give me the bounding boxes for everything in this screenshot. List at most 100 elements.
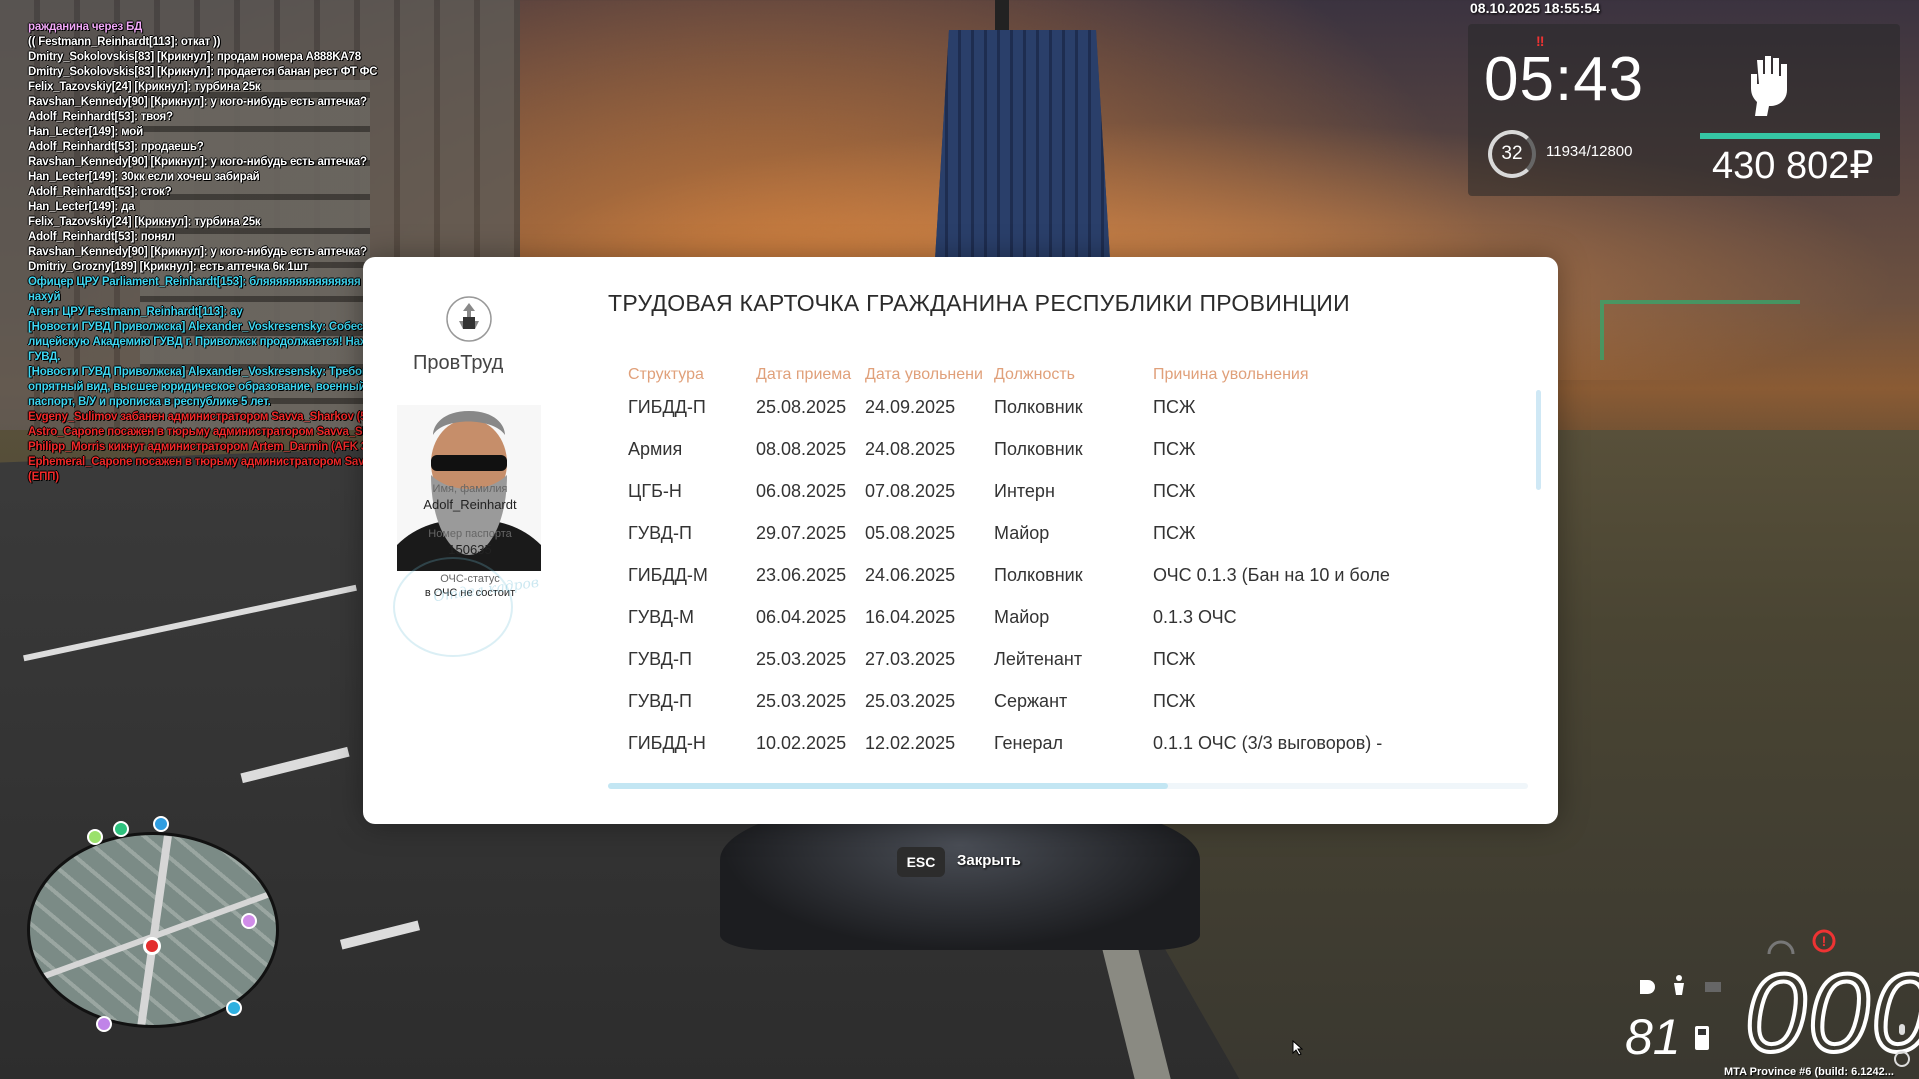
chat-message: Felix_Tazovskiy[24] [Крикнул]: турбина 2…	[28, 216, 261, 228]
table-cell: 29.07.2025	[756, 523, 847, 543]
table-cell: 08.08.2025	[756, 439, 847, 459]
table-cell: 24.06.2025	[865, 565, 956, 585]
chat-message: Adolf_Reinhardt[53]: понял	[28, 231, 175, 243]
game-clock: 05:43	[1484, 45, 1645, 114]
chat-message: Ravshan_Kennedy[90] [Крикнул]: у кого-ни…	[28, 96, 367, 108]
table-cell: ПСЖ	[1153, 439, 1196, 459]
table-cell: Полковник	[994, 397, 1083, 417]
table-row: ЦГБ-Н 06.08.2025 07.08.2025 Интерн ПСЖ	[628, 481, 1528, 511]
table-cell: ОЧС 0.1.3 (Бан на 10 и боле	[1153, 565, 1390, 585]
table-row: ГУВД-П 25.03.2025 27.03.2025 Лейтенант ПСЖ	[628, 649, 1528, 679]
table-cell: Армия	[628, 439, 683, 459]
glass-tower	[935, 30, 1110, 260]
map-blip-icon	[113, 821, 129, 837]
table-cell: Лейтенант	[994, 649, 1083, 669]
horizontal-scrollbar[interactable]	[608, 783, 1168, 789]
table-cell: ГУВД-П	[628, 523, 692, 543]
employment-history-table: ГИБДД-П 25.08.2025 24.09.2025 Полковник ПСЖ А…	[628, 397, 1528, 797]
dialog-title: ТРУДОВАЯ КАРТОЧКА ГРАЖДАНИНА РЕСПУБЛИКИ …	[608, 290, 1350, 316]
table-cell: 0.1.1 ОЧС (3/3 выговоров) -	[1153, 733, 1383, 753]
table-cell: 06.04.2025	[756, 607, 847, 627]
health-bar	[1700, 133, 1880, 139]
chat-message: Adolf_Reinhardt[53]: сток?	[28, 186, 172, 198]
brand-logo: ПровТруд	[413, 352, 504, 374]
table-cell: Генерал	[994, 733, 1064, 753]
table-cell: Майор	[994, 607, 1050, 627]
table-row: ГУВД-М 06.04.2025 16.04.2025 Майор 0.1.3 ОЧС	[628, 607, 1528, 637]
table-cell: Полковник	[994, 565, 1083, 585]
table-row: Армия 08.08.2025 24.08.2025 Полковник ПСЖ	[628, 439, 1528, 469]
chat-message: Ravshan_Kennedy[90] [Крикнул]: у кого-ни…	[28, 156, 367, 168]
name-value: Adolf_Reinhardt	[423, 497, 517, 512]
chat-message: Dmitry_Sokolovskis[83] [Крикнул]: продае…	[28, 66, 378, 78]
passport-label: Номер паспорта	[428, 528, 512, 540]
mouse-cursor-icon	[1292, 1040, 1304, 1056]
table-cell: ГУВД-М	[628, 607, 694, 627]
map-blip-icon	[96, 1016, 112, 1032]
radar-icon	[1894, 1051, 1910, 1067]
hr-stamp	[393, 557, 513, 657]
fuel-pump-icon	[1695, 1026, 1709, 1050]
table-cell: ПСЖ	[1153, 481, 1196, 501]
close-label[interactable]: Закрыть	[957, 852, 1021, 869]
table-cell: 24.09.2025	[865, 397, 956, 417]
table-row: ГИБДД-П 25.08.2025 24.09.2025 Полковник ПСЖ	[628, 397, 1528, 427]
table-cell: 05.08.2025	[865, 523, 956, 543]
column-header: Структура	[628, 366, 704, 383]
headlight-icon	[1640, 980, 1655, 994]
table-cell: ГИБДД-П	[628, 397, 706, 417]
table-cell: 27.03.2025	[865, 649, 956, 669]
player-marker-icon	[143, 937, 161, 955]
column-header: Должность	[994, 366, 1075, 383]
server-info: MTA Province #6 (build: 6.1242...	[1724, 1066, 1894, 1078]
table-cell: 0.1.3 ОЧС	[1153, 607, 1237, 627]
chat-message: (( Festmann_Reinhardt[113]: откат ))	[28, 36, 221, 48]
table-cell: ПСЖ	[1153, 691, 1196, 711]
table-cell: ГИБДД-Н	[628, 733, 706, 753]
column-header: Дата приема	[756, 366, 852, 383]
table-cell: Сержант	[994, 691, 1068, 711]
chat-message: Han_Lecter[149]: 30кк если хочеш забирай	[28, 171, 260, 183]
chat-message: Dmitry_Sokolovskis[83] [Крикнул]: продам…	[28, 51, 361, 63]
table-cell: 24.08.2025	[865, 439, 956, 459]
fuel-level: 81	[1625, 1009, 1681, 1065]
chat-message: ражданина через БД	[28, 21, 143, 33]
map-blip-icon	[153, 816, 169, 832]
table-cell: ПСЖ	[1153, 397, 1196, 417]
table-cell: 10.02.2025	[756, 733, 847, 753]
name-label: Имя, фамилия	[432, 483, 508, 495]
esc-key-button[interactable]: ESC	[897, 847, 945, 877]
money-balance: 430 802₽	[1712, 145, 1874, 187]
table-cell: Интерн	[994, 481, 1055, 501]
chat-message: Adolf_Reinhardt[53]: продаешь?	[28, 141, 204, 153]
table-cell: ГУВД-П	[628, 691, 692, 711]
map-blip-icon	[226, 1000, 242, 1016]
table-row: ГИБДД-М 23.06.2025 24.06.2025 Полковник ОЧС …	[628, 565, 1528, 595]
table-cell: ГУВД-П	[628, 649, 692, 669]
map-blip-icon	[241, 913, 257, 929]
chat-message: Han_Lecter[149]: да	[28, 201, 135, 213]
chat-message: Han_Lecter[149]: мой	[28, 126, 143, 138]
experience-counter: 11934/12800	[1546, 143, 1633, 160]
table-cell: 25.03.2025	[756, 649, 847, 669]
level-badge: 32	[1488, 130, 1536, 178]
table-cell: ПСЖ	[1153, 649, 1196, 669]
chat-message: Felix_Tazovskiy[24] [Крикнул]: турбина 2…	[28, 81, 261, 93]
table-cell: 12.02.2025	[865, 733, 956, 753]
svg-text:!: !	[1822, 933, 1827, 949]
chat-message: Adolf_Reinhardt[53]: твоя?	[28, 111, 173, 123]
table-cell: ПСЖ	[1153, 523, 1196, 543]
table-cell: ГИБДД-М	[628, 565, 708, 585]
passport-value: 150635	[448, 542, 492, 557]
table-cell: 06.08.2025	[756, 481, 847, 501]
table-cell: 23.06.2025	[756, 565, 847, 585]
engine-icon	[1705, 982, 1721, 992]
table-cell: ЦГБ-Н	[628, 481, 682, 501]
table-cell: Майор	[994, 523, 1050, 543]
table-cell: 16.04.2025	[865, 607, 956, 627]
minimap	[27, 832, 279, 1028]
emblem-icon	[446, 296, 492, 342]
vertical-scrollbar[interactable]	[1536, 390, 1541, 490]
table-cell: 25.03.2025	[756, 691, 847, 711]
column-header: Дата увольнени	[865, 366, 983, 383]
